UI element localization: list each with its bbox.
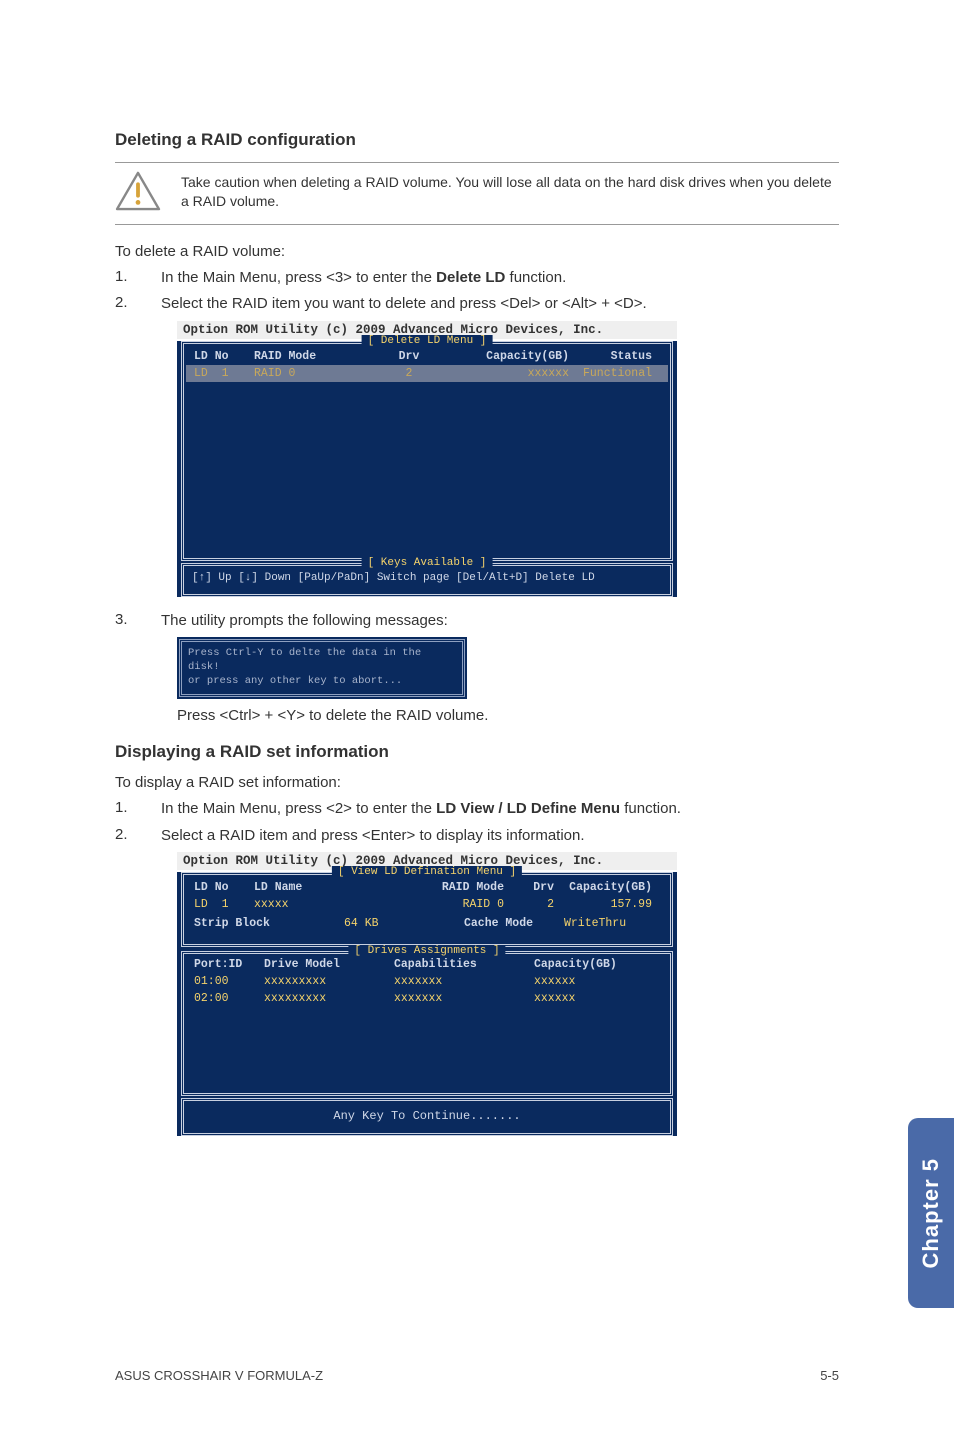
- drives-row-gb: xxxxxx: [524, 992, 660, 1005]
- bios1-row-drv: 2: [369, 367, 449, 380]
- bios1-col-ldno: LD No: [194, 350, 254, 363]
- drives-row-gb: xxxxxx: [524, 975, 660, 988]
- bios1-row-mode: RAID 0: [254, 367, 369, 380]
- bios1-row-cap: xxxxxx: [449, 367, 569, 380]
- footer-product: ASUS CROSSHAIR V FORMULA-Z: [115, 1368, 323, 1383]
- bios2-strip-val: 64 KB: [344, 917, 424, 930]
- drives-col-cap: Capabilities: [394, 958, 524, 971]
- bios1-row-ldno: LD 1: [194, 367, 254, 380]
- warning-icon: [115, 171, 161, 216]
- bios2-drives-title: [ Drives Assignments ]: [348, 945, 505, 957]
- drives-row-model: xxxxxxxxx: [264, 992, 394, 1005]
- heading-deleting-raid: Deleting a RAID configuration: [115, 130, 839, 150]
- step3-text: The utility prompts the following messag…: [161, 611, 839, 631]
- step-number: 2.: [115, 294, 133, 311]
- bios2-cache-val: WriteThru: [564, 917, 626, 930]
- drives-col-model: Drive Model: [264, 958, 394, 971]
- bios1-row-status: Functional: [569, 367, 660, 380]
- step-number: 1.: [115, 268, 133, 285]
- caution-text: Take caution when deleting a RAID volume…: [181, 171, 839, 211]
- drives-row-cap: xxxxxxx: [394, 992, 524, 1005]
- drives-row-cap: xxxxxxx: [394, 975, 524, 988]
- drives-row-port: 01:00: [194, 975, 264, 988]
- drives-row: 01:00 xxxxxxxxx xxxxxxx xxxxxx: [184, 973, 670, 990]
- bios2-row-ldname: xxxxx: [254, 898, 414, 911]
- prompt-line2: or press any other key to abort...: [188, 674, 456, 688]
- chapter-tab: Chapter 5: [908, 1118, 954, 1308]
- drives-row-port: 02:00: [194, 992, 264, 1005]
- step-number: 3.: [115, 611, 133, 628]
- caution-box: Take caution when deleting a RAID volume…: [115, 162, 839, 225]
- chapter-tab-label: Chapter 5: [918, 1158, 944, 1268]
- bios2-col-ldname: LD Name: [254, 881, 414, 894]
- bios2-col-cap: Capacity(GB): [554, 881, 660, 894]
- bios-view-screen: [ View LD Defination Menu ] LD No LD Nam…: [177, 872, 677, 1136]
- bios2-col-ldno: LD No: [194, 881, 254, 894]
- bios1-col-mode: RAID Mode: [254, 350, 369, 363]
- bios2-data-row[interactable]: LD 1 xxxxx RAID 0 2 157.99: [184, 896, 670, 913]
- step-number: 1.: [115, 799, 133, 816]
- bios-confirm-prompt: Press Ctrl-Y to delte the data in the di…: [177, 637, 467, 700]
- press-ctrl-y: Press <Ctrl> + <Y> to delete the RAID vo…: [177, 707, 839, 724]
- step-number: 2.: [115, 826, 133, 843]
- display-step1: In the Main Menu, press <2> to enter the…: [161, 799, 839, 819]
- step1-text: In the Main Menu, press <3> to enter the…: [161, 268, 839, 288]
- bios2-cache-label: Cache Mode: [464, 917, 564, 930]
- bios1-keys-title: [ Keys Available ]: [362, 557, 493, 569]
- display-step2: Select a RAID item and press <Enter> to …: [161, 826, 839, 846]
- bios-delete-screen: [ Delete LD Menu ] LD No RAID Mode Drv C…: [177, 341, 677, 597]
- step2-text: Select the RAID item you want to delete …: [161, 294, 839, 314]
- bios2-menu-title: [ View LD Defination Menu ]: [332, 866, 522, 878]
- intro-display: To display a RAID set information:: [115, 774, 839, 791]
- bios2-row-cap: 157.99: [554, 898, 660, 911]
- bios2-strip-label: Strip Block: [194, 917, 344, 930]
- bios2-row-drv: 2: [504, 898, 554, 911]
- bios2-anykey: Any Key To Continue.......: [181, 1098, 673, 1136]
- bios1-col-cap: Capacity(GB): [449, 350, 569, 363]
- intro-delete: To delete a RAID volume:: [115, 243, 839, 260]
- drives-col-gb: Capacity(GB): [524, 958, 660, 971]
- drives-col-port: Port:ID: [194, 958, 264, 971]
- bios1-col-status: Status: [569, 350, 660, 363]
- bios1-keys-text: [↑] Up [↓] Down [PaUp/PaDn] Switch page …: [192, 572, 662, 584]
- prompt-line1: Press Ctrl-Y to delte the data in the di…: [188, 646, 456, 674]
- bios1-selected-row[interactable]: LD 1 RAID 0 2 xxxxxx Functional: [186, 365, 668, 382]
- bios1-col-drv: Drv: [369, 350, 449, 363]
- bios2-col-drv: Drv: [504, 881, 554, 894]
- bios1-menu-title: [ Delete LD Menu ]: [362, 335, 493, 347]
- bios2-col-rmode: RAID Mode: [414, 881, 504, 894]
- bios2-row-rmode: RAID 0: [414, 898, 504, 911]
- bios2-row-ldno: LD 1: [194, 898, 254, 911]
- drives-row: 02:00 xxxxxxxxx xxxxxxx xxxxxx: [184, 990, 670, 1007]
- footer-page-number: 5-5: [820, 1368, 839, 1383]
- heading-display-raid: Displaying a RAID set information: [115, 742, 839, 762]
- drives-row-model: xxxxxxxxx: [264, 975, 394, 988]
